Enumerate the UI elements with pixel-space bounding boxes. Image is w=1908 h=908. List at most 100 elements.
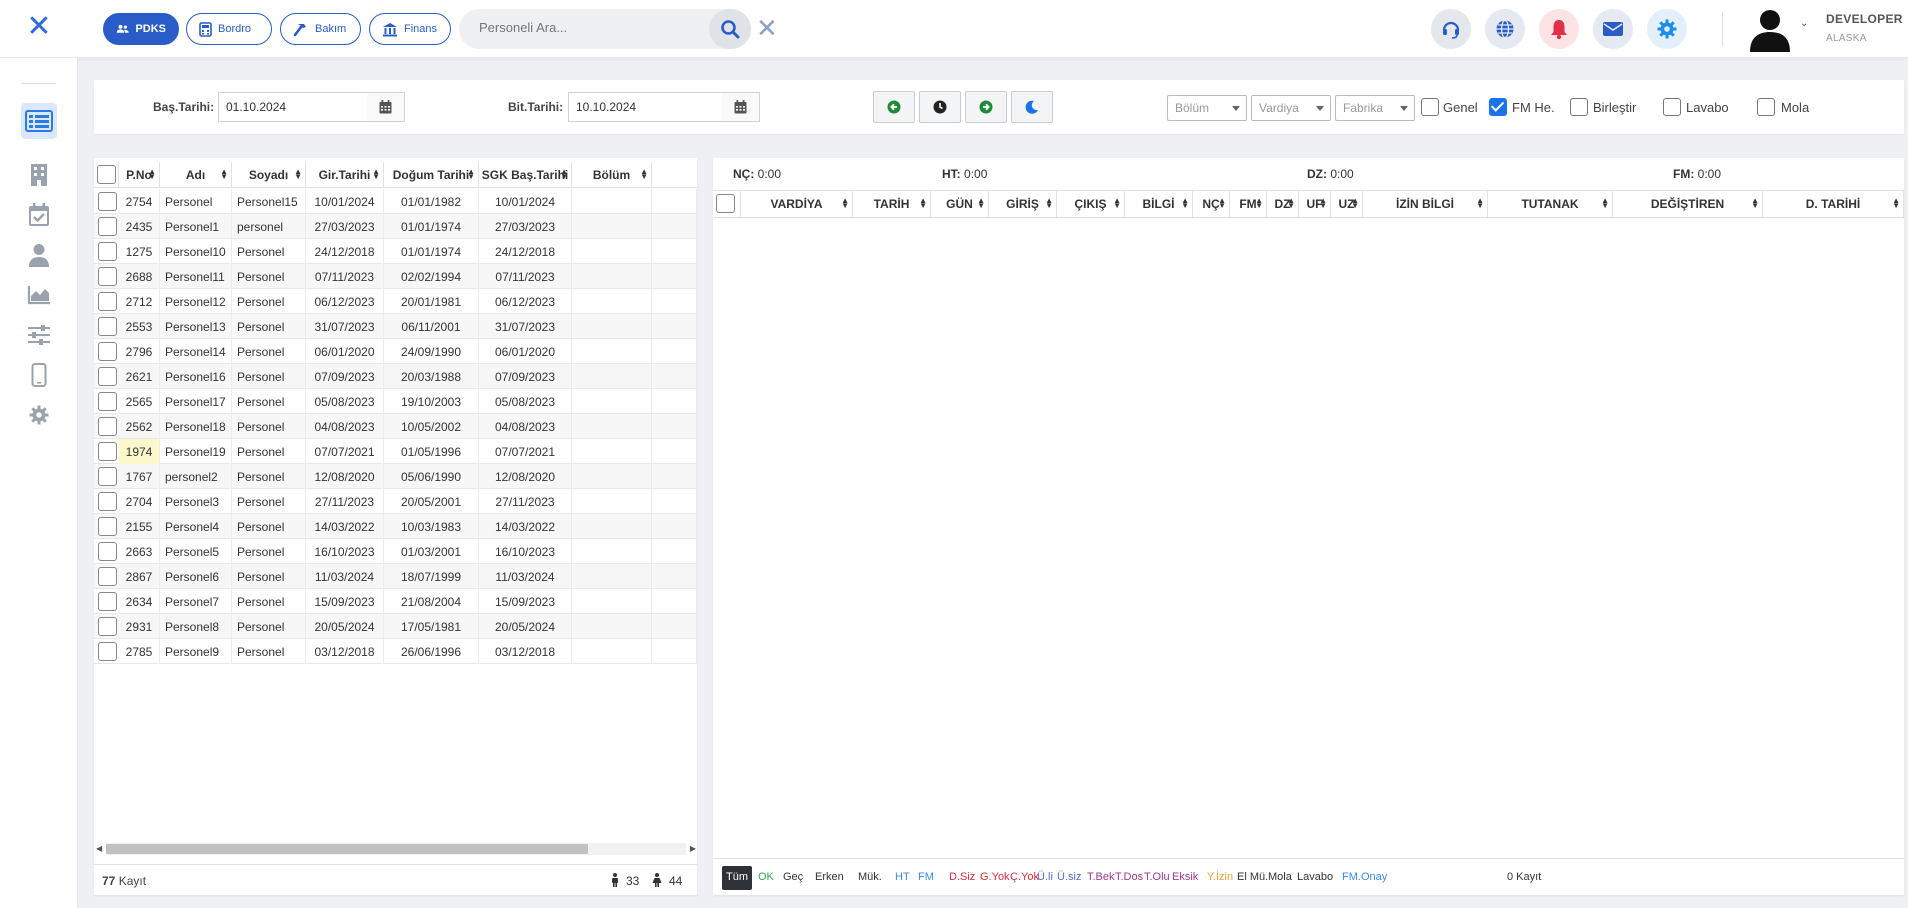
status-filter-tag[interactable]: D.Siz (949, 871, 975, 883)
table-row[interactable]: 2704 Personel3 Personel 27/11/2023 20/05/200… (94, 489, 697, 514)
scroll-left-icon[interactable]: ◀ (96, 844, 102, 853)
table-row[interactable]: 2553 Personel13 Personel 31/07/2023 06/11/20… (94, 314, 697, 339)
today-button[interactable] (919, 91, 961, 123)
messages-button[interactable] (1593, 9, 1633, 49)
column-header-report[interactable]: TUTANAK ▲ ▼ (1488, 191, 1613, 217)
sidebar-item-reports[interactable] (21, 277, 57, 313)
status-filter-tag[interactable]: Tüm (722, 866, 752, 890)
status-filter-tag[interactable]: Ü.siz (1057, 871, 1081, 883)
module-finans-button[interactable]: Finans (369, 13, 451, 45)
column-header-surname[interactable]: Soyadı ▲ ▼ (232, 162, 306, 188)
column-header-changed-by[interactable]: DEĞİŞTİREN ▲ ▼ (1613, 191, 1763, 217)
column-header-department[interactable]: Bölüm ▲ ▼ (572, 162, 652, 188)
sidebar-item-personnel[interactable] (21, 237, 57, 273)
status-filter-tag[interactable]: Erken (815, 871, 844, 883)
column-header-info[interactable]: BİLGİ ▲ ▼ (1125, 191, 1193, 217)
status-filter-tag[interactable]: Eksik (1172, 871, 1198, 883)
select-all-checkbox[interactable] (97, 165, 116, 184)
column-header-nc[interactable]: NÇ ▲ ▼ (1193, 191, 1230, 217)
status-filter-tag[interactable]: HT (895, 871, 910, 883)
table-row[interactable]: 2663 Personel5 Personel 16/10/2023 01/03/200… (94, 539, 697, 564)
row-checkbox[interactable] (98, 467, 117, 486)
module-pdks-button[interactable]: PDKS (103, 13, 179, 45)
select-all-attendance-checkbox[interactable] (716, 194, 735, 213)
notifications-button[interactable] (1539, 9, 1579, 49)
row-checkbox[interactable] (98, 342, 117, 361)
language-button[interactable] (1485, 9, 1525, 49)
table-row[interactable]: 2562 Personel18 Personel 04/08/2023 10/05/20… (94, 414, 697, 439)
table-row[interactable]: 2712 Personel12 Personel 06/12/2023 20/01/19… (94, 289, 697, 314)
chevron-down-icon[interactable]: ⌄ (1800, 18, 1808, 29)
scroll-right-icon[interactable]: ▶ (690, 844, 696, 853)
module-bordro-button[interactable]: Bordro (186, 13, 272, 45)
fm-he-checkbox[interactable] (1489, 98, 1507, 116)
search-input[interactable] (479, 20, 699, 35)
row-checkbox[interactable] (98, 517, 117, 536)
table-row[interactable]: 2688 Personel11 Personel 07/11/2023 02/02/19… (94, 264, 697, 289)
start-date-picker-button[interactable] (367, 92, 405, 122)
start-date-input[interactable]: 01.10.2024 (218, 92, 368, 122)
column-header-birth-date[interactable]: Doğum Tarihi ▲ ▼ (384, 162, 479, 188)
row-checkbox[interactable] (98, 317, 117, 336)
table-row[interactable]: 1974 Personel19 Personel 07/07/2021 01/05/19… (94, 439, 697, 464)
factory-select[interactable]: Fabrika (1335, 95, 1415, 121)
sidebar-item-settings[interactable] (21, 397, 57, 433)
horizontal-scrollbar[interactable]: ◀ ▶ (96, 843, 696, 855)
table-row[interactable]: 2867 Personel6 Personel 11/03/2024 18/07/199… (94, 564, 697, 589)
clear-search-icon[interactable]: ✕ (756, 14, 778, 42)
row-checkbox[interactable] (98, 367, 117, 386)
row-checkbox[interactable] (98, 542, 117, 561)
row-checkbox[interactable] (98, 642, 117, 661)
row-checkbox[interactable] (98, 442, 117, 461)
table-row[interactable]: 2931 Personel8 Personel 20/05/2024 17/05/198… (94, 614, 697, 639)
row-checkbox[interactable] (98, 242, 117, 261)
column-header-sgk-start[interactable]: SGK Baş.Tarihi ▲ ▼ (479, 162, 572, 188)
shift-select[interactable]: Vardiya (1251, 95, 1331, 121)
sidebar-item-list[interactable] (21, 103, 57, 139)
column-header-entry-date[interactable]: Gir.Tarihi ▲ ▼ (306, 162, 384, 188)
status-filter-tag[interactable]: Ç.Yok (1010, 871, 1039, 883)
sidebar-item-mobile[interactable] (21, 357, 57, 393)
support-button[interactable] (1431, 9, 1471, 49)
status-filter-tag[interactable]: G.Yok (980, 871, 1010, 883)
row-checkbox[interactable] (98, 417, 117, 436)
previous-period-button[interactable] (873, 91, 915, 123)
end-date-picker-button[interactable] (722, 92, 760, 122)
module-bakim-button[interactable]: Bakım (280, 13, 361, 45)
column-header-uz[interactable]: UZ ▲ ▼ (1331, 191, 1363, 217)
table-row[interactable]: 2796 Personel14 Personel 06/01/2020 24/09/19… (94, 339, 697, 364)
table-row[interactable]: 2754 Personel Personel15 10/01/2024 01/01/19… (94, 189, 697, 214)
table-row[interactable]: 1275 Personel10 Personel 24/12/2018 01/01/19… (94, 239, 697, 264)
next-period-button[interactable] (965, 91, 1007, 123)
status-filter-tag[interactable]: Lavabo (1297, 871, 1333, 883)
avatar[interactable] (1748, 6, 1792, 52)
row-checkbox[interactable] (98, 592, 117, 611)
end-date-input[interactable]: 10.10.2024 (568, 92, 723, 122)
sidebar-item-filters[interactable] (21, 317, 57, 353)
column-header-change-date[interactable]: D. TARİHİ ▲ ▼ (1763, 191, 1904, 217)
table-row[interactable]: 2435 Personel1 personel 27/03/2023 01/01/197… (94, 214, 697, 239)
sidebar-item-company[interactable] (21, 157, 57, 193)
table-row[interactable]: 2155 Personel4 Personel 14/03/2022 10/03/198… (94, 514, 697, 539)
column-header-dz[interactable]: DZ ▲ ▼ (1267, 191, 1299, 217)
status-filter-tag[interactable]: El Mü. (1237, 871, 1268, 883)
sidebar-item-calendar[interactable] (21, 197, 57, 233)
column-header-name[interactable]: Adı ▲ ▼ (160, 162, 232, 188)
column-header-pno[interactable]: P.No ▲ ▼ (119, 162, 160, 188)
status-filter-tag[interactable]: Ü.li (1037, 871, 1053, 883)
column-header-exit[interactable]: ÇIKIŞ ▲ ▼ (1057, 191, 1125, 217)
row-checkbox[interactable] (98, 192, 117, 211)
column-header-date[interactable]: TARİH ▲ ▼ (853, 191, 931, 217)
merge-checkbox[interactable] (1570, 98, 1588, 116)
row-checkbox[interactable] (98, 392, 117, 411)
column-header-uf[interactable]: UF ▲ ▼ (1299, 191, 1331, 217)
row-checkbox[interactable] (98, 267, 117, 286)
search-button[interactable] (709, 9, 751, 49)
lavabo-checkbox[interactable] (1663, 98, 1681, 116)
row-checkbox[interactable] (98, 617, 117, 636)
status-filter-tag[interactable]: Geç (783, 871, 803, 883)
column-header-fm[interactable]: FM ▲ ▼ (1230, 191, 1267, 217)
table-row[interactable]: 2634 Personel7 Personel 15/09/2023 21/08/200… (94, 589, 697, 614)
table-row[interactable]: 2565 Personel17 Personel 05/08/2023 19/10/20… (94, 389, 697, 414)
status-filter-tag[interactable]: FM (918, 871, 934, 883)
